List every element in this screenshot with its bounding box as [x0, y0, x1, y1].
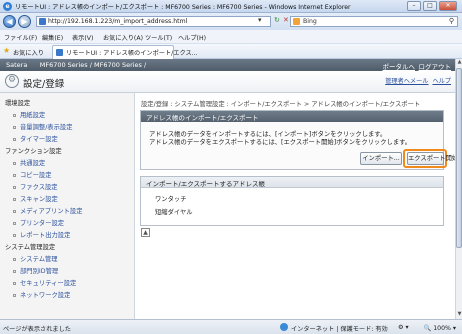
- maximize-button[interactable]: □: [423, 1, 437, 11]
- window-title: リモートUI : アドレス帳のインポート/エクスポート : MF6700 Ser…: [15, 4, 351, 11]
- favorites-star-icon[interactable]: ★: [3, 46, 10, 55]
- search-input[interactable]: Bing ⚲: [290, 16, 458, 27]
- menu-view[interactable]: 表示(V): [72, 33, 93, 42]
- page-title-row: ⚙ 設定/登録 管理者へメール ヘルプ: [0, 71, 455, 93]
- browser-tab[interactable]: リモートUI : アドレス帳のインポート/エクス...: [52, 45, 198, 59]
- minimize-button[interactable]: –: [407, 1, 421, 11]
- refresh-icon[interactable]: ↻: [274, 16, 280, 24]
- sidebar: 環境設定 用紙設定 音量調整/表示設定 タイマー設定 ファンクション設定 共通設…: [0, 93, 135, 319]
- header-links: 管理者へメール ヘルプ: [385, 76, 451, 85]
- sidebar-item-volume[interactable]: 音量調整/表示設定: [13, 122, 73, 131]
- favorites-bar: ★ お気に入り リモートUI : アドレス帳のインポート/エクス...: [0, 44, 462, 59]
- panel-title: アドレス帳のインポート/エクスポート: [146, 114, 259, 122]
- portal-link[interactable]: ポータルへ: [383, 61, 416, 71]
- search-provider-label: Bing: [303, 18, 317, 25]
- import-export-panel: アドレス帳のインポート/エクスポート アドレス帳のデータをインポートするには、[…: [140, 110, 458, 170]
- internet-zone-icon: [280, 323, 288, 331]
- scroll-up-icon[interactable]: ▲: [456, 59, 462, 66]
- menu-help[interactable]: ヘルプ(H): [178, 33, 206, 42]
- status-bar: ページが表示されました インターネット | 保護モード: 有効 ⚙ ▾ 🔍 10…: [0, 319, 462, 334]
- start-export-button[interactable]: エクスポート開始: [407, 152, 458, 165]
- page-favicon-icon: [39, 18, 46, 25]
- scroll-thumb[interactable]: [456, 68, 462, 248]
- sidebar-item-timer[interactable]: タイマー設定: [13, 134, 58, 143]
- ie-logo-icon: e: [3, 2, 12, 11]
- sidebar-item-security[interactable]: セキュリティー設定: [13, 278, 76, 287]
- sidebar-item-common[interactable]: 共通設定: [13, 158, 45, 167]
- page-header: Satera MF6700 Series / MF6700 Series / ポ…: [0, 59, 455, 93]
- product-name: Satera MF6700 Series / MF6700 Series /: [6, 61, 146, 69]
- status-text: ページが表示されました: [3, 326, 71, 333]
- search-icon[interactable]: ⚲: [449, 17, 454, 25]
- brand-name: Satera: [6, 61, 28, 69]
- tab-title: リモートUI : アドレス帳のインポート/エクス...: [66, 50, 198, 57]
- import-button[interactable]: インポート...: [360, 152, 402, 165]
- panel-header: アドレス帳のインポート/エクスポート: [141, 111, 443, 122]
- export-button-highlight: エクスポート開始: [403, 149, 458, 168]
- sidebar-item-scan[interactable]: スキャン設定: [13, 194, 58, 203]
- address-book-panel-header: インポート/エクスポートするアドレス帳: [141, 177, 443, 188]
- address-book-item-speed-dial: 短縮ダイヤル: [155, 209, 193, 216]
- sidebar-item-department-id[interactable]: 部門別ID管理: [13, 266, 58, 275]
- sidebar-item-network[interactable]: ネットワーク設定: [13, 290, 70, 299]
- menu-edit[interactable]: 編集(E): [42, 33, 63, 42]
- url-input[interactable]: http://192.168.1.223/m_import_address.ht…: [36, 16, 271, 27]
- favorites-label[interactable]: お気に入り: [13, 48, 44, 57]
- sidebar-item-paper[interactable]: 用紙設定: [13, 110, 45, 119]
- product-model: MF6700 Series / MF6700 Series /: [39, 61, 147, 69]
- bing-logo-icon: [293, 18, 300, 25]
- window-title-bar: e リモートUI : アドレス帳のインポート/エクスポート : MF6700 S…: [0, 0, 462, 13]
- stop-icon[interactable]: ✕: [283, 16, 289, 24]
- export-description: アドレス帳のデータをエクスポートするには、[エクスポート開始]ボタンをクリックし…: [149, 139, 412, 146]
- sidebar-item-printer[interactable]: プリンター設定: [13, 218, 64, 227]
- sidebar-item-media-print[interactable]: メディアプリント設定: [13, 206, 83, 215]
- back-icon[interactable]: ◀: [3, 15, 16, 28]
- settings-dropdown-icon[interactable]: ⚙ ▾: [398, 324, 409, 331]
- sidebar-item-copy[interactable]: コピー設定: [13, 170, 51, 179]
- forward-icon[interactable]: ▶: [18, 15, 31, 28]
- help-link[interactable]: ヘルプ: [432, 78, 451, 85]
- vertical-scrollbar[interactable]: ▲ ▼: [455, 59, 462, 319]
- tab-favicon-icon: [56, 49, 63, 56]
- zoom-level[interactable]: 🔍 100% ▾: [424, 324, 456, 332]
- settings-gear-icon: ⚙: [5, 74, 19, 88]
- page-title: 設定/登録: [23, 79, 65, 90]
- mail-admin-link[interactable]: 管理者へメール: [385, 78, 428, 85]
- sidebar-category-function[interactable]: ファンクション設定: [5, 146, 62, 155]
- sidebar-item-system-admin[interactable]: システム管理: [13, 254, 58, 263]
- breadcrumb: 設定/登録 : システム管理設定 : インポート/エクスポート > アドレス帳の…: [141, 101, 421, 108]
- address-book-item-onetouch: ワンタッチ: [155, 196, 187, 203]
- security-zone[interactable]: インターネット | 保護モード: 有効: [291, 324, 388, 333]
- address-bar: ◀ ▶ http://192.168.1.223/m_import_addres…: [0, 13, 462, 30]
- url-dropdown-icon[interactable]: ▾: [258, 16, 262, 24]
- menu-favorites[interactable]: お気に入り(A): [103, 33, 143, 42]
- menu-bar: ファイル(F) 編集(E) 表示(V) お気に入り(A) ツール(T) ヘルプ(…: [0, 30, 462, 44]
- menu-file[interactable]: ファイル(F): [4, 33, 37, 42]
- sidebar-category-system[interactable]: システム管理設定: [5, 242, 55, 251]
- sidebar-item-fax[interactable]: ファクス設定: [13, 182, 58, 191]
- sidebar-category-environment[interactable]: 環境設定: [5, 98, 30, 107]
- main-content: 設定/登録 : システム管理設定 : インポート/エクスポート > アドレス帳の…: [136, 93, 458, 319]
- logout-link[interactable]: ログアウト: [419, 61, 452, 71]
- scroll-down-icon[interactable]: ▼: [456, 311, 462, 318]
- back-to-top-icon[interactable]: ▲: [141, 228, 150, 237]
- address-book-panel-title: インポート/エクスポートするアドレス帳: [146, 180, 265, 188]
- product-bar: Satera MF6700 Series / MF6700 Series / ポ…: [0, 59, 455, 71]
- close-button[interactable]: ✕: [439, 1, 457, 11]
- address-book-panel: インポート/エクスポートするアドレス帳 ワンタッチ 短縮ダイヤル: [140, 176, 444, 226]
- menu-tools[interactable]: ツール(T): [145, 33, 172, 42]
- sidebar-item-report[interactable]: レポート出力設定: [13, 230, 70, 239]
- url-text: http://192.168.1.223/m_import_address.ht…: [48, 18, 188, 25]
